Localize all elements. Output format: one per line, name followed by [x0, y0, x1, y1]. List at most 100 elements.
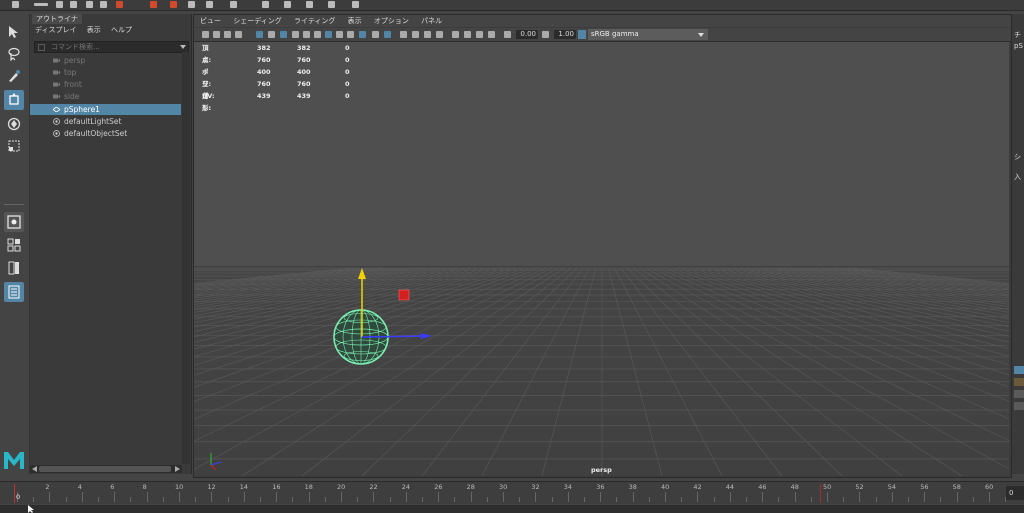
filter-icon[interactable]: [38, 44, 45, 51]
shelf-icon[interactable]: [12, 1, 19, 8]
gamma-icon[interactable]: [542, 31, 549, 38]
textured-icon[interactable]: [347, 31, 354, 38]
shadows-icon[interactable]: [372, 31, 379, 38]
camera-select-icon[interactable]: [202, 31, 209, 38]
bookmark-icon[interactable]: [224, 31, 231, 38]
scrollbar-thumb[interactable]: [39, 466, 171, 472]
menu-display[interactable]: ディスプレイ: [35, 26, 77, 34]
select-tool-icon[interactable]: [4, 22, 24, 42]
timeline-tick: [940, 497, 942, 502]
search-input[interactable]: [51, 42, 175, 52]
move-tool-icon[interactable]: [4, 90, 24, 110]
current-time-indicator[interactable]: [14, 484, 15, 503]
backface-icon[interactable]: [488, 31, 495, 38]
shelf-icon[interactable]: [262, 1, 269, 8]
shelf-icon[interactable]: [70, 1, 77, 8]
default-light-icon[interactable]: [336, 31, 343, 38]
ambient-occlusion-icon[interactable]: [400, 31, 407, 38]
xray-icon[interactable]: [452, 31, 459, 38]
wireframe-icon[interactable]: [314, 31, 321, 38]
layer-row[interactable]: [1014, 366, 1024, 374]
shelf-icon[interactable]: [116, 1, 123, 8]
timeline-tick: [762, 492, 764, 502]
camera-attributes-icon[interactable]: [213, 31, 220, 38]
image-plane-icon[interactable]: [235, 31, 242, 38]
xray-active-icon[interactable]: [464, 31, 471, 38]
current-frame-field[interactable]: 0: [1006, 486, 1024, 500]
shelf-icon[interactable]: [188, 1, 195, 8]
two-view-layout-icon[interactable]: [4, 258, 24, 278]
isolate-select-icon[interactable]: [384, 31, 391, 38]
timeline-ruler[interactable]: 2 4 6 8 10 12 14 16 18 20 22 24 26 28 30 32 34 36 38 40 42 44…: [0, 482, 1007, 504]
list-item-top[interactable]: top: [30, 67, 181, 78]
gate-mask-icon[interactable]: [292, 31, 299, 38]
smooth-shade-icon[interactable]: [325, 31, 332, 38]
shelf-icon[interactable]: [86, 1, 93, 8]
shelf-icon[interactable]: [34, 3, 48, 6]
camera-icon: [53, 82, 60, 87]
menu-show[interactable]: 表示: [348, 17, 362, 25]
shelf-icon[interactable]: [352, 1, 359, 8]
list-item-defaultlightset[interactable]: defaultLightSet: [30, 116, 181, 127]
outliner-panel: アウトライナ ディスプレイ 表示 ヘルプ persp top front sid…: [30, 14, 192, 474]
timeline-tick-label: 34: [563, 483, 573, 491]
exposure-field[interactable]: 0.00: [516, 30, 538, 39]
chevron-down-icon[interactable]: [180, 45, 186, 49]
shelf-icon[interactable]: [230, 1, 237, 8]
exposure-icon[interactable]: [504, 31, 511, 38]
resolution-gate-icon[interactable]: [280, 31, 287, 38]
menu-lighting[interactable]: ライティング: [294, 17, 335, 25]
outliner-layout-icon[interactable]: [4, 282, 24, 302]
paint-select-tool-icon[interactable]: [4, 66, 24, 86]
menu-view[interactable]: ビュー: [200, 17, 221, 25]
chevron-right-icon[interactable]: [175, 466, 180, 472]
lasso-tool-icon[interactable]: [4, 44, 24, 64]
menu-show[interactable]: 表示: [87, 26, 101, 34]
shelf-icon[interactable]: [306, 1, 313, 8]
shelf-icon[interactable]: [150, 1, 157, 8]
range-slider[interactable]: [0, 505, 1024, 513]
time-slider[interactable]: 2 4 6 8 10 12 14 16 18 20 22 24 26 28 30 32 34 36 38 40 42 44…: [0, 481, 1024, 504]
gamma-field[interactable]: 1.00: [554, 30, 576, 39]
layer-row[interactable]: [1014, 378, 1024, 386]
shelf-icon[interactable]: [284, 1, 291, 8]
single-view-layout-icon[interactable]: [4, 212, 24, 232]
grid-icon[interactable]: [256, 31, 263, 38]
outliner-tab[interactable]: アウトライナ: [32, 14, 82, 24]
shelf-icon[interactable]: [170, 1, 177, 8]
menu-options[interactable]: オプション: [374, 17, 409, 25]
menu-panels[interactable]: パネル: [421, 17, 442, 25]
layer-row[interactable]: [1014, 390, 1024, 398]
menu-help[interactable]: ヘルプ: [111, 26, 132, 34]
four-view-layout-icon[interactable]: [4, 235, 24, 255]
layer-row[interactable]: [1014, 402, 1024, 410]
scene-canvas[interactable]: [194, 42, 1009, 476]
vertical-scrollbar[interactable]: [182, 52, 190, 464]
scale-tool-icon[interactable]: [4, 136, 24, 156]
timeline-tick-label: 48: [790, 483, 799, 491]
shelf-icon[interactable]: [56, 1, 63, 8]
anti-alias-icon[interactable]: [424, 31, 431, 38]
color-space-dropdown[interactable]: sRGB gamma: [588, 29, 708, 40]
film-gate-icon[interactable]: [268, 31, 275, 38]
list-item-persp[interactable]: persp: [30, 55, 181, 66]
use-lights-icon[interactable]: [359, 31, 366, 38]
list-item-side[interactable]: side: [30, 91, 181, 102]
3d-viewport[interactable]: 頂点: 382 382 0 エッジ: 760 760 0 ポリゴン: 400 400 0 三角形: 760…: [194, 42, 1009, 476]
motion-blur-icon[interactable]: [412, 31, 419, 38]
shelf-icon[interactable]: [100, 1, 107, 8]
view-transform-icon[interactable]: [578, 30, 586, 39]
list-item-front[interactable]: front: [30, 79, 181, 90]
timeline-tick: [33, 497, 35, 502]
chevron-left-icon[interactable]: [32, 466, 37, 472]
rotate-tool-icon[interactable]: [4, 114, 24, 134]
depth-of-field-icon[interactable]: [436, 31, 443, 38]
menu-shading[interactable]: シェーディング: [233, 17, 282, 25]
shelf-icon[interactable]: [206, 1, 213, 8]
field-chart-icon[interactable]: [303, 31, 310, 38]
horizontal-scrollbar[interactable]: [30, 465, 182, 473]
xray-joints-icon[interactable]: [476, 31, 483, 38]
list-item-defaultobjectset[interactable]: defaultObjectSet: [30, 128, 181, 139]
shelf-icon[interactable]: [328, 1, 335, 8]
list-item-psphere1[interactable]: pSphere1: [30, 104, 181, 115]
